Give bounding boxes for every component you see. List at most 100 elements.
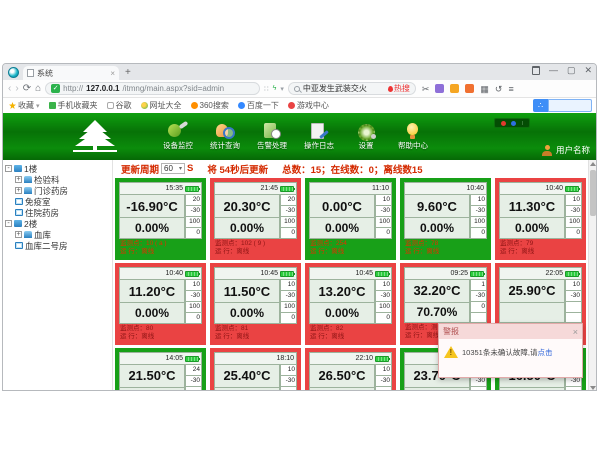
bookmark-item[interactable]: 网址大全 <box>141 100 182 111</box>
menu-item[interactable]: 设置 <box>349 122 383 151</box>
bookmark-icon <box>107 102 114 109</box>
reload-icon[interactable]: ⟳ <box>23 84 31 94</box>
home-icon[interactable]: ⌂ <box>35 84 41 94</box>
tree-node[interactable]: + 检验科 <box>3 174 112 185</box>
tree-node[interactable]: - 2楼 <box>3 218 112 229</box>
site-safety-icon[interactable]: ✓ <box>51 84 60 93</box>
bookmark-item[interactable]: 手机收藏夹 <box>49 100 98 111</box>
sensor-card[interactable]: 10:40 9.60°C 0.00% 10 -30 100 <box>400 178 491 260</box>
sensor-card[interactable]: 10:45 11.50°C 0.00% 10 -30 100 <box>210 263 301 345</box>
menu-item[interactable]: 设备监控 <box>161 122 195 151</box>
status-row: 更新周期 60 ▾ S 将 54秒后更新 总数：15；在线数：0；离线数15 <box>113 160 596 177</box>
menu-item[interactable]: 告警处理 <box>255 122 289 151</box>
sensor-card[interactable]: 10:40 11.20°C 0.00% 10 -30 100 <box>115 263 206 345</box>
menu-item[interactable]: 统计查询 <box>208 122 242 151</box>
temp-low-limit: -30 <box>375 376 392 387</box>
tree-expander-icon[interactable]: - <box>5 165 12 172</box>
bookmark-item[interactable]: 收藏 ▾ <box>9 100 40 111</box>
tree-node[interactable]: - 1楼 <box>3 163 112 174</box>
minimize-button[interactable]: — <box>549 66 558 75</box>
scroll-down-icon[interactable] <box>590 386 596 390</box>
alarm-popup-text: 10351条未确认故障,请 <box>462 348 537 357</box>
user-box[interactable]: 用户名称 <box>542 144 590 156</box>
hum-high-limit <box>565 387 582 391</box>
security-shield-icon[interactable] <box>450 84 459 93</box>
bookmark-icon <box>49 102 56 109</box>
sensor-card[interactable]: 10:40 11.30°C 0.00% 10 -30 100 <box>495 178 586 260</box>
scrollbar-thumb[interactable] <box>590 170 596 216</box>
browser-logo-icon[interactable] <box>8 67 19 78</box>
tree-node[interactable]: + 血库 <box>3 229 112 240</box>
tab-close-icon[interactable]: × <box>110 69 115 78</box>
sensor-card[interactable]: 15:35 -16.90°C 0.00% 20 -30 100 <box>115 178 206 260</box>
bookmark-item[interactable]: 360搜索 <box>191 100 229 111</box>
apps-grid-icon[interactable]: ▦ <box>480 84 489 94</box>
tree-node-icon <box>24 176 32 183</box>
scroll-up-icon[interactable] <box>590 162 596 166</box>
temperature-value: 11.20°C <box>120 279 185 303</box>
card-time: 22:10 <box>355 355 373 362</box>
user-icon <box>542 145 553 156</box>
address-bar[interactable]: ✓ http://127.0.0.1/itmng/main.aspx?sid=a… <box>45 82 260 95</box>
menu-item[interactable]: 帮助中心 <box>396 122 430 151</box>
share-cluster-icon[interactable]: ∴ <box>533 99 548 112</box>
humidity-value <box>500 388 565 391</box>
hum-low-limit: 0 <box>185 313 202 324</box>
sensor-card[interactable]: 14:05 21.50°C 24 -30 <box>115 348 206 391</box>
bookmark-item[interactable]: 百度一下 <box>238 100 279 111</box>
sensor-card[interactable]: 11:10 0.00°C 0.00% 10 -30 100 <box>305 178 396 260</box>
popup-close-icon[interactable]: × <box>573 327 578 337</box>
limit-column: 10 -30 100 0 <box>565 194 582 239</box>
maximize-button[interactable]: ▢ <box>567 66 576 75</box>
nav-bar: ‹ › ⟳ ⌂ ✓ http://127.0.0.1/itmng/main.as… <box>3 80 596 98</box>
sensor-card[interactable]: 10:45 13.20°C 0.00% 10 -30 100 <box>305 263 396 345</box>
hum-low-limit <box>470 313 487 323</box>
close-button[interactable]: ✕ <box>584 66 592 75</box>
humidity-value: 0.00% <box>215 218 280 239</box>
undo-icon[interactable]: ↺ <box>495 84 503 94</box>
login-widget[interactable]: ∴ <box>533 99 592 112</box>
tree-node[interactable]: 血库二号房 <box>3 240 112 251</box>
hum-low-limit: 0 <box>280 228 297 239</box>
bookmark-icon <box>191 102 198 109</box>
alarm-popup-link[interactable]: 点击 <box>537 348 552 357</box>
sensor-card[interactable]: 22:10 26.50°C 10 -30 <box>305 348 396 391</box>
humidity-value <box>215 388 280 391</box>
menu-item[interactable]: 操作日志 <box>302 122 336 151</box>
search-box[interactable]: 中亚发生武装交火 热搜 <box>288 82 416 95</box>
trash-icon[interactable] <box>532 66 540 75</box>
tree-expander-icon[interactable]: + <box>15 187 22 194</box>
back-icon[interactable]: ‹ <box>8 84 11 94</box>
humidity-value <box>500 303 565 323</box>
sensor-card[interactable]: 21:45 20.30°C 0.00% 20 -30 100 <box>210 178 301 260</box>
tree-expander-icon[interactable]: - <box>5 220 12 227</box>
tab-title: 系统 <box>37 68 107 79</box>
cycle-select[interactable]: 60 ▾ <box>161 163 185 174</box>
extension-icon[interactable] <box>435 84 444 93</box>
tree-node[interactable]: 住院药房 <box>3 207 112 218</box>
bookmark-item[interactable]: 游戏中心 <box>288 100 329 111</box>
header-status-widget[interactable]: ∶ <box>494 118 530 128</box>
hot-search-badge[interactable]: 热搜 <box>388 83 410 94</box>
login-input[interactable] <box>548 99 592 112</box>
game-center-icon[interactable] <box>465 84 474 93</box>
tree-node[interactable]: + 门诊药房 <box>3 185 112 196</box>
tree-expander-icon[interactable]: + <box>15 176 22 183</box>
search-query[interactable]: 中亚发生武装交火 <box>303 83 385 94</box>
bookmark-item[interactable]: 谷歌 <box>107 100 132 111</box>
tree-node[interactable]: 免疫室 <box>3 196 112 207</box>
temp-high-limit: 20 <box>185 194 202 206</box>
vertical-scrollbar[interactable] <box>588 160 596 391</box>
new-tab-button[interactable]: + <box>119 67 137 80</box>
tree-expander-icon[interactable]: + <box>15 231 22 238</box>
sensor-card[interactable]: 18:10 25.40°C 10 -30 <box>210 348 301 391</box>
addr-flash-icon[interactable]: ϟ <box>273 85 277 92</box>
humidity-value <box>310 388 375 391</box>
addr-caret-icon[interactable]: ▾ <box>280 85 284 93</box>
browser-tab[interactable]: 系统 × <box>23 66 119 80</box>
addr-grid-icon[interactable]: ∷ <box>264 85 268 93</box>
menu-icon[interactable]: ≡ <box>508 84 513 94</box>
forward-icon[interactable]: › <box>15 84 18 94</box>
screenshot-icon[interactable]: ✂ <box>422 84 430 94</box>
card-time-bar: 10:40 <box>404 182 487 194</box>
